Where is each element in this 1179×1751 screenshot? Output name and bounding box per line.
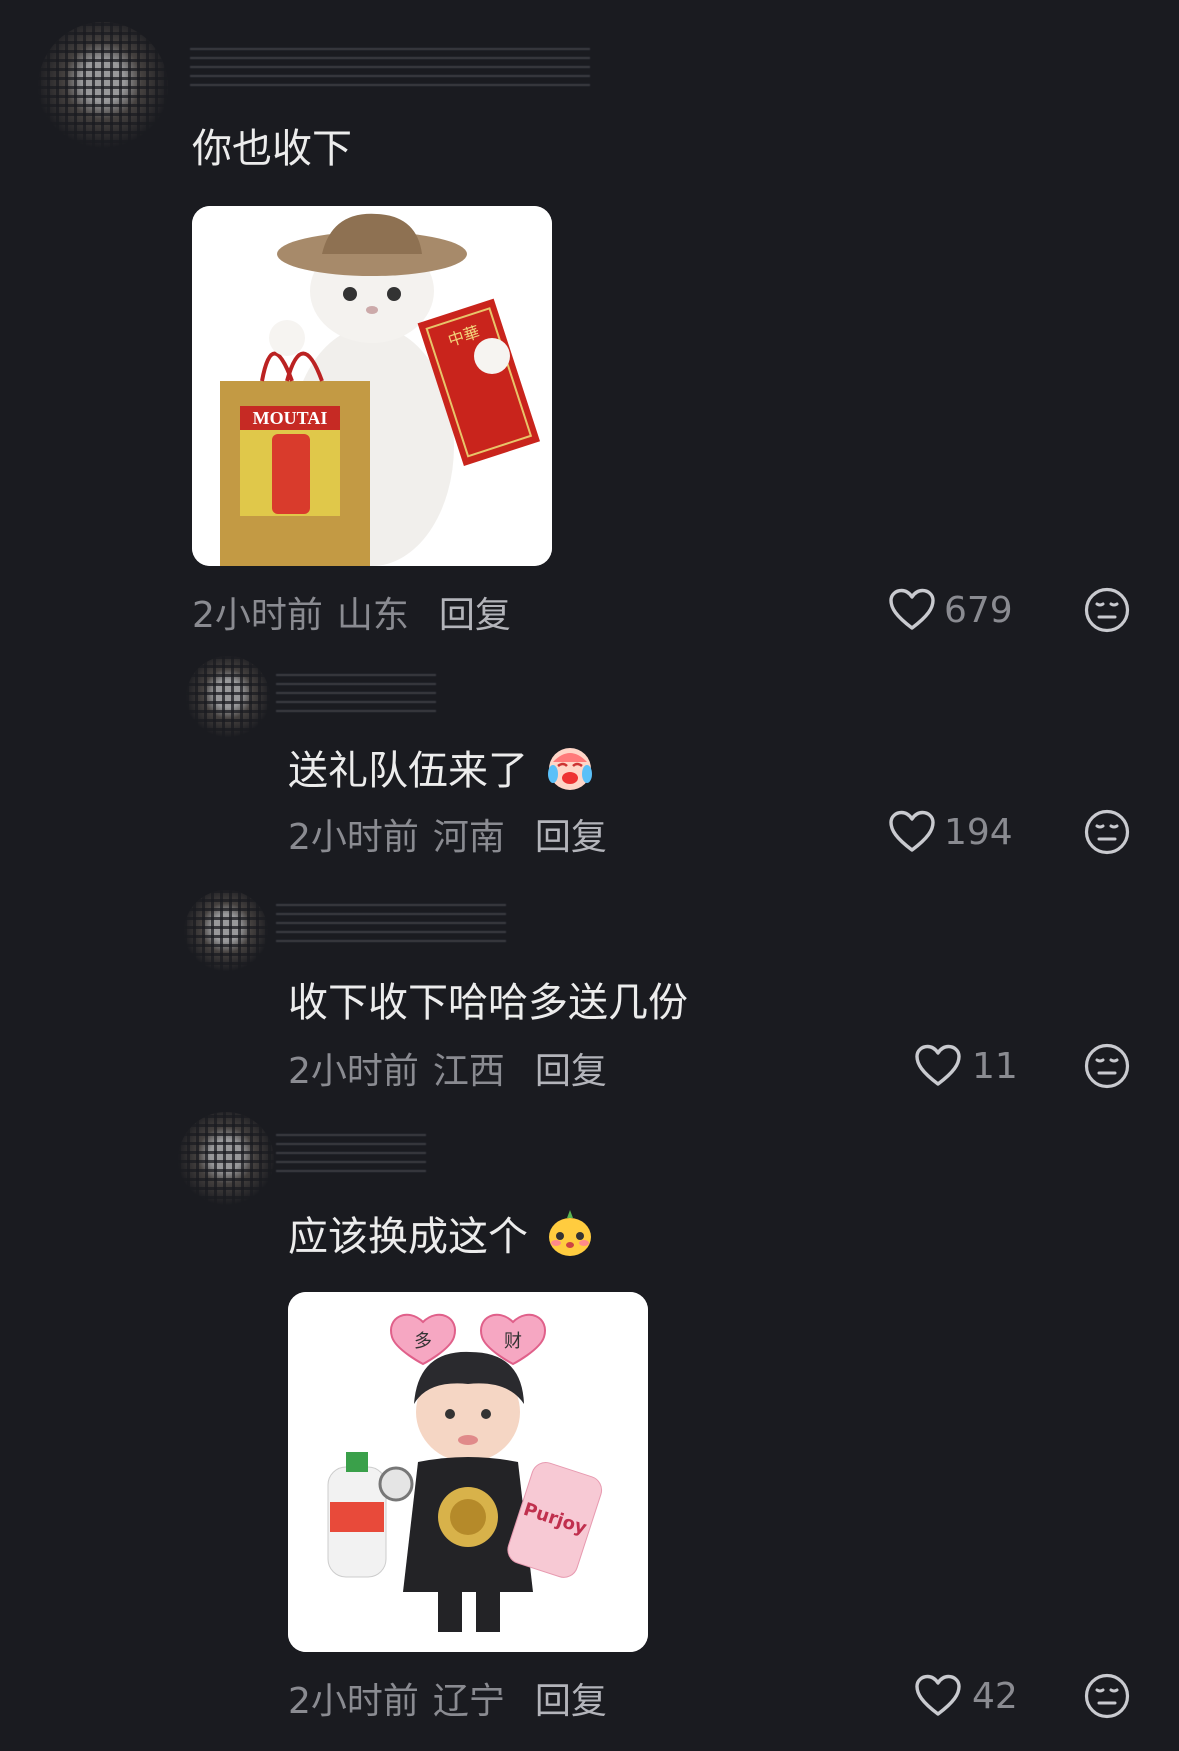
- comment-text-row: 送礼队伍来了: [288, 738, 595, 796]
- comment-meta: 2小时前 山东 回复: [192, 586, 511, 638]
- avatar[interactable]: [178, 1112, 274, 1208]
- heart-icon: [915, 1044, 961, 1086]
- crying-laughing-emoji-icon: [547, 748, 592, 790]
- comment-image-cat-sticker[interactable]: MOUTAI 中華: [192, 206, 552, 566]
- avatar[interactable]: [186, 656, 270, 740]
- like-button[interactable]: 42: [914, 1672, 1018, 1720]
- meh-face-icon: [1084, 1043, 1130, 1089]
- comment-text: 你也收下: [192, 126, 352, 172]
- like-button[interactable]: 679: [888, 586, 1013, 634]
- like-count: 194: [944, 811, 1013, 853]
- comment-location: 江西: [432, 1051, 505, 1092]
- heart-icon: [889, 588, 935, 630]
- reply-button[interactable]: 回复: [535, 1681, 607, 1722]
- meh-face-icon: [1084, 587, 1130, 633]
- comment-time: 2小时前: [192, 595, 323, 636]
- reply-button[interactable]: 回复: [535, 817, 607, 858]
- comment-time: 2小时前: [288, 817, 419, 858]
- like-count: 42: [972, 1675, 1018, 1717]
- comment-text: 送礼队伍来了: [288, 748, 528, 794]
- username-obscured[interactable]: [276, 668, 436, 712]
- dislike-button[interactable]: [1084, 1043, 1130, 1093]
- heart-right-text: 财: [504, 1331, 522, 1352]
- comment-time: 2小时前: [288, 1681, 419, 1722]
- comment-text-row: 应该换成这个: [288, 1204, 595, 1262]
- bag-brand-text: MOUTAI: [253, 408, 328, 428]
- comment-image-boy-sticker[interactable]: 多 财 Purjoy: [288, 1292, 648, 1652]
- heart-icon: [915, 1674, 961, 1716]
- dislike-button[interactable]: [1084, 1673, 1130, 1723]
- comment-text: 收下收下哈哈多送几份: [288, 980, 688, 1026]
- meh-face-icon: [1084, 1673, 1130, 1719]
- username-obscured[interactable]: [276, 1128, 426, 1172]
- avatar[interactable]: [184, 890, 268, 974]
- comment-meta: 2小时前 辽宁 回复: [288, 1672, 607, 1724]
- comment-time: 2小时前: [288, 1051, 419, 1092]
- meh-face-icon: [1084, 809, 1130, 855]
- comment-location: 山东: [336, 595, 409, 636]
- comment-meta: 2小时前 江西 回复: [288, 1042, 607, 1094]
- username-obscured[interactable]: [276, 898, 506, 942]
- shy-face-emoji-icon: [548, 1210, 591, 1256]
- dislike-button[interactable]: [1084, 587, 1130, 637]
- dislike-button[interactable]: [1084, 809, 1130, 859]
- comment-text: 应该换成这个: [288, 1214, 528, 1260]
- comment-meta: 2小时前 河南 回复: [288, 808, 607, 860]
- like-button[interactable]: 11: [914, 1042, 1018, 1090]
- like-button[interactable]: 194: [888, 808, 1013, 856]
- comment-location: 河南: [432, 817, 505, 858]
- heart-left-text: 多: [414, 1331, 432, 1352]
- heart-icon: [889, 810, 935, 852]
- like-count: 11: [972, 1045, 1018, 1087]
- reply-button[interactable]: 回复: [535, 1051, 607, 1092]
- username-obscured[interactable]: [190, 42, 590, 86]
- avatar[interactable]: [38, 22, 168, 152]
- cat-sticker-illustration: MOUTAI 中華: [192, 206, 552, 566]
- like-count: 679: [944, 589, 1013, 631]
- comment-location: 辽宁: [432, 1681, 505, 1722]
- boy-sticker-illustration: 多 财 Purjoy: [288, 1292, 648, 1652]
- reply-button[interactable]: 回复: [439, 595, 511, 636]
